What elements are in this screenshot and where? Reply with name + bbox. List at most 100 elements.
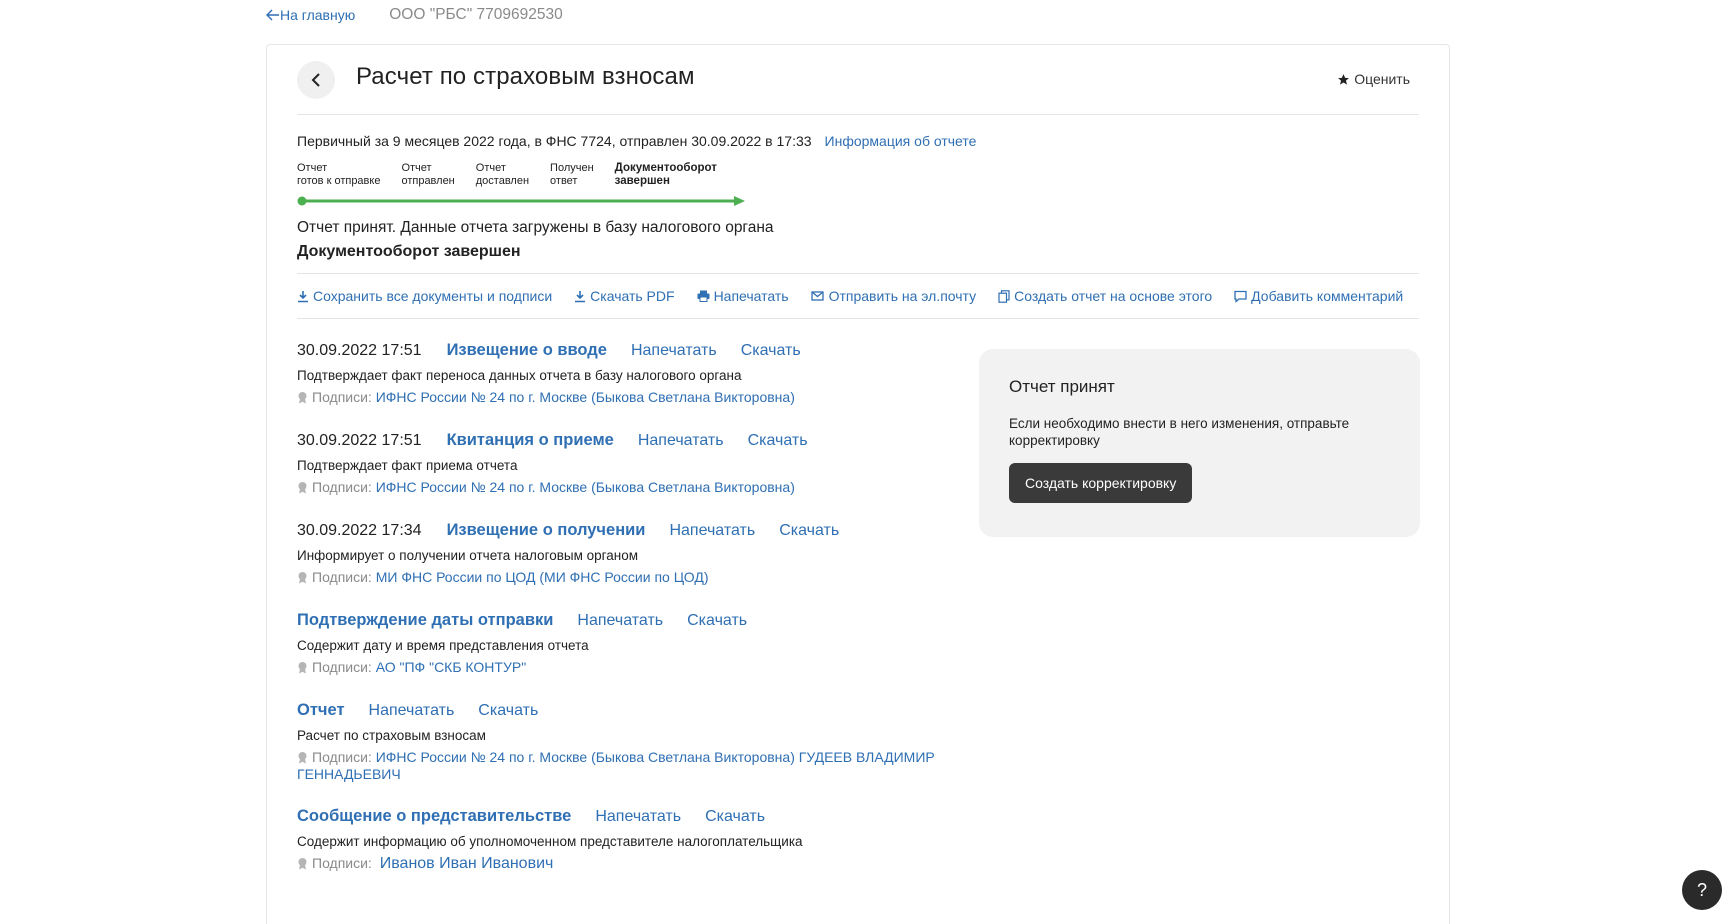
step-completed: Документооборот завершен bbox=[615, 162, 717, 188]
progress-arrow-icon bbox=[734, 196, 745, 206]
page-title: Расчет по страховым взносам bbox=[356, 63, 695, 90]
panel-title: Отчет принят bbox=[1009, 377, 1115, 396]
document-item: 30.09.2022 17:34 Извещение о получении Н… bbox=[297, 521, 947, 586]
document-description: Расчет по страховым взносам bbox=[297, 728, 486, 743]
document-download-link[interactable]: Скачать bbox=[779, 522, 839, 540]
workflow-progress-bar bbox=[297, 196, 745, 206]
document-title-link[interactable]: Отчет bbox=[297, 701, 345, 720]
step-label: готов к отправке bbox=[297, 175, 381, 187]
report-header: Расчет по страховым взносам Оценить bbox=[297, 61, 1419, 115]
action-label: Создать отчет на основе этого bbox=[1014, 288, 1213, 304]
panel-text: Если необходимо внести в него изменения,… bbox=[1009, 416, 1350, 448]
star-icon bbox=[1338, 73, 1350, 85]
chevron-left-icon bbox=[311, 73, 320, 87]
document-item: 30.09.2022 17:51 Извещение о вводе Напеч… bbox=[297, 341, 947, 406]
status-message: Отчет принят. Данные отчета загружены в … bbox=[297, 219, 774, 236]
document-print-link[interactable]: Напечатать bbox=[577, 612, 663, 630]
signatures-label: Подписи: bbox=[312, 855, 372, 871]
comment-icon bbox=[1234, 290, 1247, 303]
actions-toolbar: Сохранить все документы и подписи Скачат… bbox=[297, 273, 1419, 319]
document-signatures: Подписи: АО "ПФ "СКБ КОНТУР" bbox=[297, 659, 947, 676]
report-info-link[interactable]: Информация об отчете bbox=[825, 133, 977, 149]
document-description: Подтверждает факт приема отчета bbox=[297, 458, 518, 473]
document-signatures: Подписи: ИФНС России № 24 по г. Москве (… bbox=[297, 479, 947, 496]
document-item: Сообщение о представительстве Напечатать… bbox=[297, 807, 947, 872]
document-title-link[interactable]: Извещение о получении bbox=[447, 521, 646, 540]
rate-label: Оценить bbox=[1354, 71, 1410, 87]
step-label: Отчет bbox=[297, 162, 328, 174]
signatures-value[interactable]: МИ ФНС России по ЦОД (МИ ФНС России по Ц… bbox=[376, 569, 709, 585]
send-email-button[interactable]: Отправить на эл.почту bbox=[810, 288, 976, 304]
copy-icon bbox=[998, 289, 1010, 303]
document-print-link[interactable]: Напечатать bbox=[638, 432, 724, 450]
signatures-label: Подписи: bbox=[312, 569, 372, 585]
document-download-link[interactable]: Скачать bbox=[687, 612, 747, 630]
send-email-icon bbox=[810, 291, 824, 301]
add-comment-button[interactable]: Добавить комментарий bbox=[1234, 288, 1403, 304]
signatures-label: Подписи: bbox=[312, 479, 372, 495]
document-title-link[interactable]: Подтверждение даты отправки bbox=[297, 611, 553, 630]
document-download-link[interactable]: Скачать bbox=[741, 342, 801, 360]
seal-icon bbox=[298, 482, 307, 494]
status-title: Документооборот завершен bbox=[297, 243, 521, 260]
seal-icon bbox=[298, 572, 307, 584]
document-signatures: Подписи: МИ ФНС России по ЦОД (МИ ФНС Ро… bbox=[297, 569, 947, 586]
step-label: Отчет bbox=[475, 162, 506, 174]
document-title-link[interactable]: Квитанция о приеме bbox=[447, 431, 614, 450]
back-to-main-link[interactable]: На главную bbox=[266, 7, 355, 23]
document-item: Отчет Напечатать Скачать Расчет по страх… bbox=[297, 701, 947, 783]
download-pdf-button[interactable]: Скачать PDF bbox=[574, 288, 675, 304]
step-sent: Отчет отправлен bbox=[401, 162, 454, 188]
report-info: Первичный за 9 месяцев 2022 года, в ФНС … bbox=[297, 133, 976, 149]
step-label: завершен bbox=[614, 175, 670, 187]
organization-name: ООО "РБС" 7709692530 bbox=[389, 6, 563, 23]
step-ready: Отчет готов к отправке bbox=[297, 162, 380, 188]
action-label: Сохранить все документы и подписи bbox=[313, 288, 553, 304]
create-based-on-button[interactable]: Создать отчет на основе этого bbox=[998, 288, 1212, 304]
rate-button[interactable]: Оценить bbox=[1337, 71, 1410, 87]
document-download-link[interactable]: Скачать bbox=[748, 432, 808, 450]
help-button[interactable]: ? bbox=[1682, 870, 1722, 910]
step-label: доставлен bbox=[475, 175, 530, 187]
step-label: отправлен bbox=[401, 175, 455, 187]
document-download-link[interactable]: Скачать bbox=[705, 808, 765, 826]
download-icon bbox=[575, 290, 586, 302]
signatures-label: Подписи: bbox=[312, 389, 372, 405]
document-date: 30.09.2022 17:51 bbox=[297, 432, 422, 449]
document-print-link[interactable]: Напечатать bbox=[369, 702, 455, 720]
seal-icon bbox=[298, 858, 307, 870]
step-label: ответ bbox=[550, 175, 578, 187]
document-description: Содержит дату и время представления отче… bbox=[297, 638, 589, 653]
step-answer-received: Получен ответ bbox=[550, 162, 594, 188]
step-delivered: Отчет доставлен bbox=[476, 162, 529, 188]
report-card: Расчет по страховым взносам Оценить Перв… bbox=[266, 44, 1450, 924]
print-button[interactable]: Напечатать bbox=[697, 288, 789, 304]
document-title-link[interactable]: Извещение о вводе bbox=[447, 341, 607, 360]
step-label: Получен bbox=[550, 162, 594, 174]
signatures-value[interactable]: ИФНС России № 24 по г. Москве (Быкова Св… bbox=[376, 479, 795, 495]
progress-fill bbox=[302, 199, 736, 203]
action-label: Напечатать bbox=[713, 288, 789, 304]
document-item: 30.09.2022 17:51 Квитанция о приеме Напе… bbox=[297, 431, 947, 496]
step-label: Документооборот bbox=[614, 162, 717, 174]
document-print-link[interactable]: Напечатать bbox=[595, 808, 681, 826]
signatures-value[interactable]: Иванов Иван Иванович bbox=[380, 855, 554, 872]
save-all-button[interactable]: Сохранить все документы и подписи bbox=[297, 288, 552, 304]
arrow-left-icon bbox=[266, 9, 279, 21]
document-description: Содержит информацию об уполномоченном пр… bbox=[297, 834, 803, 849]
document-signatures: Подписи: ИФНС России № 24 по г. Москве (… bbox=[297, 749, 947, 783]
seal-icon bbox=[298, 752, 307, 764]
document-date: 30.09.2022 17:34 bbox=[297, 522, 422, 539]
back-button[interactable] bbox=[297, 61, 335, 99]
top-bar: На главную ООО "РБС" 7709692530 bbox=[266, 6, 563, 24]
signatures-value[interactable]: ИФНС России № 24 по г. Москве (Быкова Св… bbox=[297, 749, 935, 782]
signatures-value[interactable]: АО "ПФ "СКБ КОНТУР" bbox=[376, 659, 526, 675]
download-icon bbox=[298, 290, 308, 302]
report-info-text: Первичный за 9 месяцев 2022 года, в ФНС … bbox=[297, 133, 812, 149]
document-print-link[interactable]: Напечатать bbox=[631, 342, 717, 360]
document-print-link[interactable]: Напечатать bbox=[669, 522, 755, 540]
document-title-link[interactable]: Сообщение о представительстве bbox=[297, 807, 571, 826]
signatures-value[interactable]: ИФНС России № 24 по г. Москве (Быкова Св… bbox=[376, 389, 795, 405]
create-correction-button[interactable]: Создать корректировку bbox=[1009, 463, 1193, 503]
document-download-link[interactable]: Скачать bbox=[478, 702, 538, 720]
